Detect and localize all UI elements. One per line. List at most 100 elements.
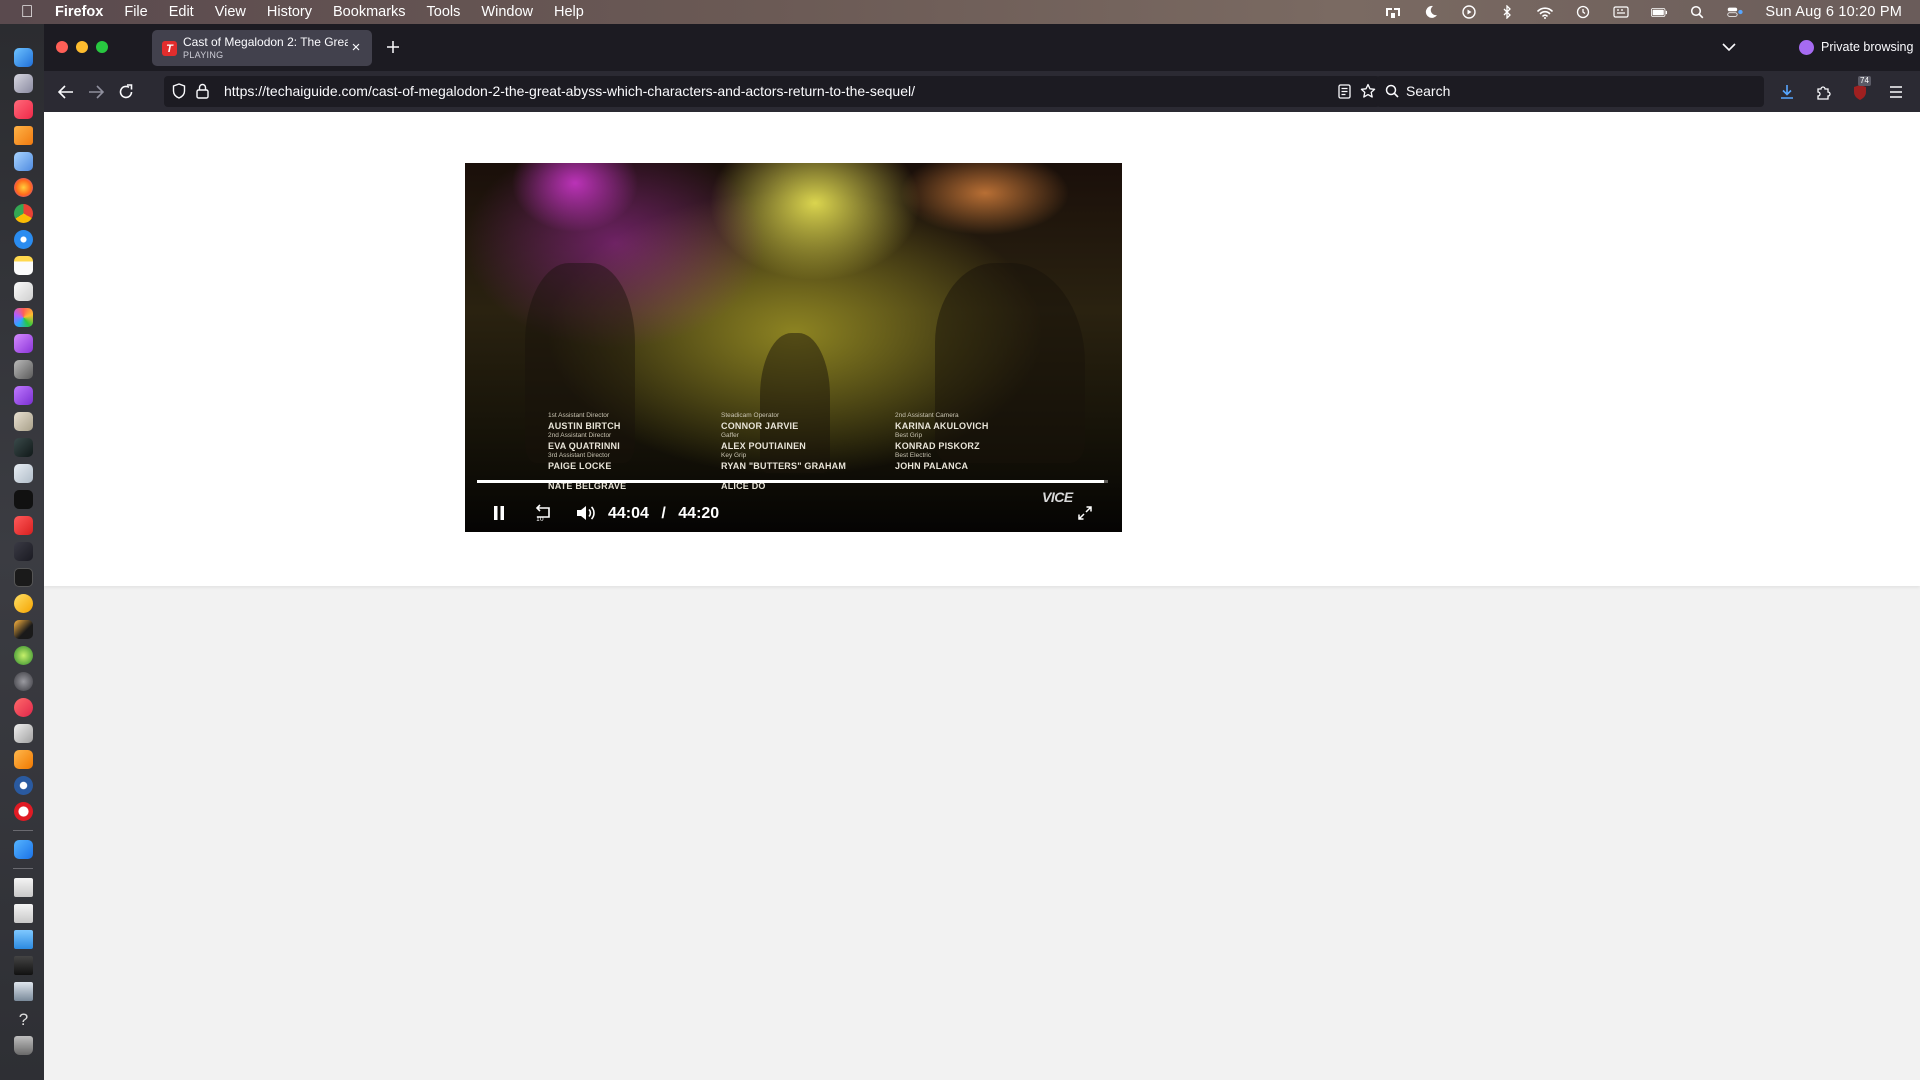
finder-icon[interactable] [14,48,33,67]
pages-icon[interactable] [14,750,33,769]
menu-edit[interactable]: Edit [169,4,194,20]
menu-bar-status-area: Sun Aug 6 10:20 PM [1385,0,1920,24]
lock-icon[interactable] [196,83,209,104]
menu-view[interactable]: View [215,4,246,20]
moon-icon[interactable] [1423,5,1439,19]
wifi-icon[interactable] [1537,5,1554,19]
tab-title: Cast of Megalodon 2: The Great Abyss [183,35,348,49]
robinhood-icon[interactable] [14,646,33,665]
close-window-button[interactable] [56,41,68,53]
menu-history[interactable]: History [267,4,312,20]
clock-app-icon[interactable] [14,594,33,613]
credit-role: Key Grip [721,452,747,459]
tracking-protection-shield-icon[interactable] [172,83,186,104]
notes-icon[interactable] [14,256,33,275]
app-store-icon[interactable] [14,840,33,859]
launchpad-icon[interactable] [14,74,33,93]
music-icon[interactable] [14,100,33,119]
maps-icon[interactable] [14,412,33,431]
document-icon[interactable] [14,878,33,897]
folder-icon[interactable] [14,930,33,949]
stocks-icon[interactable] [14,438,33,457]
activity-monitor-icon[interactable] [14,542,33,561]
chrome-icon[interactable] [14,204,33,223]
control-center-icon[interactable] [1727,5,1744,19]
document-icon[interactable] [14,904,33,923]
creative-cloud-icon[interactable] [14,698,33,717]
credit-role [721,472,846,480]
video-progress-bar[interactable] [477,480,1108,483]
vlc-icon[interactable] [14,126,33,145]
app-red-icon[interactable] [14,516,33,535]
bookmark-star-icon[interactable] [1360,83,1376,104]
app-menu-hamburger-icon[interactable] [1884,80,1908,104]
podcasts-icon[interactable] [14,334,33,353]
disk-utility-icon[interactable] [14,724,33,743]
url-text[interactable]: https://techaiguide.com/cast-of-megalodo… [224,83,915,99]
credit-role: Gaffer [721,432,739,439]
menu-file[interactable]: File [124,4,147,20]
menu-tools[interactable]: Tools [427,4,461,20]
extras-icon[interactable] [1385,5,1401,19]
menu-app-name[interactable]: Firefox [55,4,103,20]
fullscreen-icon[interactable] [1076,504,1094,522]
private-browsing-indicator: Private browsing [1799,37,1913,57]
macos-dock: ? [0,24,44,1080]
new-tab-button[interactable] [382,36,404,58]
pause-button[interactable] [489,503,509,523]
reload-button[interactable] [114,80,138,104]
preview-icon[interactable] [14,152,33,171]
private-browsing-mask-icon [1799,39,1814,55]
credit-name: EVA QUATRINNI [548,441,620,451]
trash-icon[interactable] [14,1036,33,1055]
opera-icon[interactable] [14,802,33,821]
terminal-icon[interactable] [14,568,33,587]
menu-help[interactable]: Help [554,4,584,20]
keyboard-input-icon[interactable] [1613,5,1629,19]
video-timecode: 44:04 / 44:20 [608,505,719,523]
downloads-stack-icon[interactable] [14,982,33,1001]
textedit-icon[interactable] [14,282,33,301]
search-bar[interactable]: Search [1376,76,1764,107]
credit-name: ALEX POUTIAINEN [721,441,807,451]
tab-active[interactable]: T Cast of Megalodon 2: The Great Abyss P… [152,30,372,66]
spotlight-search-icon[interactable] [1689,5,1705,19]
zoom-window-button[interactable] [96,41,108,53]
firefox-icon[interactable] [14,178,33,197]
help-icon[interactable]: ? [14,1010,33,1029]
menu-bookmarks[interactable]: Bookmarks [333,4,406,20]
bluetooth-icon[interactable] [1499,5,1515,19]
minimize-window-button[interactable] [76,41,88,53]
menu-window[interactable]: Window [481,4,533,20]
quicktime-icon[interactable] [14,776,33,795]
video-player[interactable]: 1st Assistant Director AUSTIN BIRTCH 2nd… [465,163,1122,532]
screen-recording-icon[interactable] [14,956,33,975]
time-machine-icon[interactable] [1575,5,1591,19]
twitch-icon[interactable] [14,386,33,405]
now-playing-icon[interactable] [1461,5,1477,19]
reader-view-icon[interactable] [1338,84,1351,104]
system-settings-icon[interactable] [14,672,33,691]
apple-tv-icon[interactable] [14,490,33,509]
back-button[interactable] [54,80,78,104]
svg-text:10: 10 [536,516,544,522]
battery-icon[interactable] [1651,5,1668,19]
apple-menu-icon[interactable]:  [17,2,37,22]
list-all-tabs-chevron-icon[interactable] [1718,36,1740,58]
safari-icon[interactable] [14,230,33,249]
photos-icon[interactable] [14,308,33,327]
address-bar[interactable]: https://techaiguide.com/cast-of-megalodo… [164,76,1380,107]
menu-bar-clock[interactable]: Sun Aug 6 10:20 PM [1765,4,1902,20]
audio-app-icon[interactable] [14,620,33,639]
extensions-puzzle-icon[interactable] [1811,80,1835,104]
preview-doc-icon[interactable] [14,464,33,483]
forward-button[interactable] [84,80,108,104]
downloads-icon[interactable] [1775,80,1799,104]
credit-name: JOHN PALANCA [895,461,969,471]
ublock-extension-icon[interactable]: 74 [1848,76,1872,104]
volume-icon[interactable] [575,503,597,523]
close-tab-icon[interactable]: × [348,39,364,56]
rewind-10-seconds-icon[interactable]: 10 [531,503,555,523]
search-placeholder: Search [1406,83,1451,99]
screenshot-icon[interactable] [14,360,33,379]
